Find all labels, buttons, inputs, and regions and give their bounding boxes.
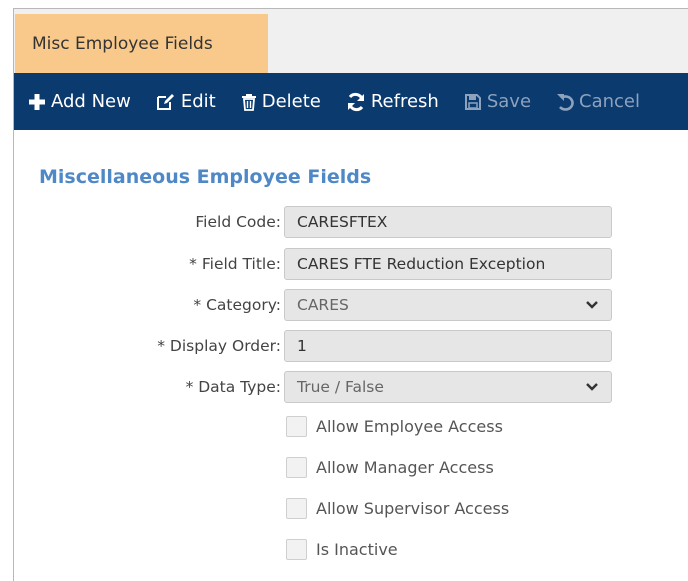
allow-employee-access-row: Allow Employee Access xyxy=(286,416,503,437)
field-title-row: * Field Title: CARES FTE Reduction Excep… xyxy=(14,248,688,284)
delete-button[interactable]: Delete xyxy=(241,91,321,112)
display-order-input[interactable]: 1 xyxy=(284,330,612,362)
window-frame: Misc Employee Fields Add New Edit Delete… xyxy=(13,8,688,581)
category-select[interactable]: CARES xyxy=(284,289,612,321)
field-title-label: * Field Title: xyxy=(189,255,281,273)
display-order-value: 1 xyxy=(297,337,307,355)
allow-employee-access-label: Allow Employee Access xyxy=(316,417,503,436)
refresh-label: Refresh xyxy=(370,91,439,112)
allow-manager-access-checkbox[interactable] xyxy=(286,457,307,478)
field-code-row: Field Code: CARESFTEX xyxy=(14,206,688,242)
cancel-label: Cancel xyxy=(579,91,641,112)
field-title-value: CARES FTE Reduction Exception xyxy=(297,255,546,273)
category-value: CARES xyxy=(297,296,349,314)
allow-manager-access-label: Allow Manager Access xyxy=(316,458,494,477)
save-label: Save xyxy=(486,91,532,112)
delete-label: Delete xyxy=(261,91,321,112)
add-new-button[interactable]: Add New xyxy=(28,91,131,112)
data-type-row: * Data Type: True / False xyxy=(14,371,688,407)
toolbar: Add New Edit Delete Refresh Save Cancel xyxy=(14,73,688,130)
allow-supervisor-access-row: Allow Supervisor Access xyxy=(286,498,509,519)
allow-manager-access-row: Allow Manager Access xyxy=(286,457,494,478)
field-code-label: Field Code: xyxy=(195,213,281,231)
data-type-value: True / False xyxy=(297,378,384,396)
form-panel: Miscellaneous Employee Fields Field Code… xyxy=(14,130,688,581)
data-type-label: * Data Type: xyxy=(185,378,281,396)
data-type-select[interactable]: True / False xyxy=(284,371,612,403)
allow-supervisor-access-checkbox[interactable] xyxy=(286,498,307,519)
tab-label: Misc Employee Fields xyxy=(32,33,213,54)
save-icon xyxy=(464,93,481,110)
field-title-input[interactable]: CARES FTE Reduction Exception xyxy=(284,248,612,280)
add-new-label: Add New xyxy=(51,91,131,112)
save-button[interactable]: Save xyxy=(464,91,531,112)
section-title: Miscellaneous Employee Fields xyxy=(39,166,372,188)
cancel-button[interactable]: Cancel xyxy=(556,91,640,112)
is-inactive-row: Is Inactive xyxy=(286,539,398,560)
category-label: * Category: xyxy=(193,296,281,314)
display-order-row: * Display Order: 1 xyxy=(14,330,688,366)
field-code-input[interactable]: CARESFTEX xyxy=(284,206,612,238)
is-inactive-label: Is Inactive xyxy=(316,540,398,559)
allow-employee-access-checkbox[interactable] xyxy=(286,416,307,437)
chevron-down-icon xyxy=(586,301,598,309)
field-code-value: CARESFTEX xyxy=(297,213,388,231)
is-inactive-checkbox[interactable] xyxy=(286,539,307,560)
edit-button[interactable]: Edit xyxy=(156,91,216,112)
trash-icon xyxy=(241,93,256,111)
tab-misc-employee-fields[interactable]: Misc Employee Fields xyxy=(15,14,268,73)
undo-icon xyxy=(557,93,574,111)
refresh-button[interactable]: Refresh xyxy=(346,91,439,112)
tab-bar: Misc Employee Fields xyxy=(14,9,688,73)
refresh-icon xyxy=(347,92,364,111)
chevron-down-icon xyxy=(586,383,598,391)
allow-supervisor-access-label: Allow Supervisor Access xyxy=(316,499,510,518)
display-order-label: * Display Order: xyxy=(157,337,281,355)
edit-icon xyxy=(156,93,174,110)
edit-label: Edit xyxy=(180,91,216,112)
plus-icon xyxy=(29,93,45,110)
category-row: * Category: CARES xyxy=(14,289,688,325)
